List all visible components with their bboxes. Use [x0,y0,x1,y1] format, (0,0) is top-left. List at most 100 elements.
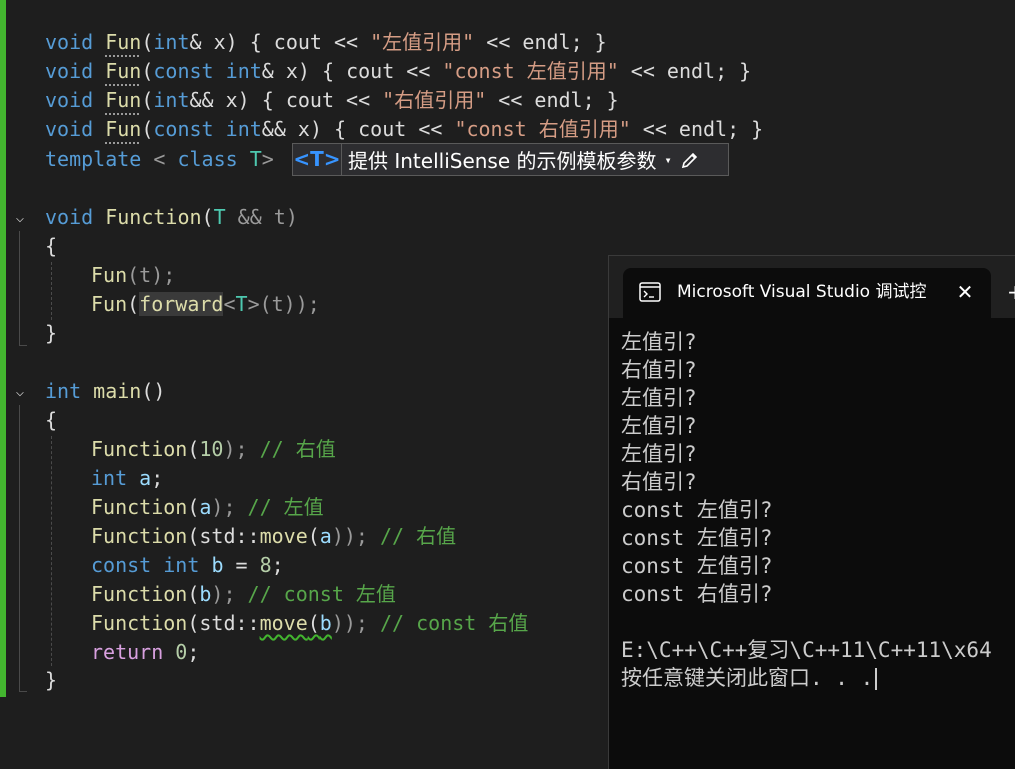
code-line[interactable]: { [45,406,57,435]
comment-token: // const 左值 [247,582,396,606]
fold-range-line [19,231,20,345]
pencil-icon[interactable] [680,150,700,170]
number-token: 0 [175,640,188,664]
keyword-token: int [91,466,128,490]
keyword-token: int [225,117,262,141]
console-output-line: const 左值引? [621,554,773,578]
code-line[interactable]: return 0; [91,638,199,667]
function-token: Function [91,495,188,519]
keyword-token: int [163,553,200,577]
plain-token: << endl; } [630,117,764,141]
debug-console-window[interactable]: Microsoft Visual Studio 调试控制台 ✕ + 左值引? 右… [608,255,1015,769]
code-line[interactable]: int a; [91,464,163,493]
punct-token: ); [211,582,248,606]
code-line[interactable]: void Function(T && t) [45,203,298,232]
number-token: 10 [199,437,224,461]
variable-token: b [211,553,224,577]
code-line[interactable]: void Fun(const int&& x) { cout << "const… [45,115,763,144]
terminal-icon [639,282,661,302]
plain-token: << endl; } [618,59,752,83]
function-token: move [259,524,308,548]
code-line[interactable]: Function(a); // 左值 [91,493,324,522]
keyword-token: void [45,59,94,83]
punct-token: ( [201,205,214,229]
code-line[interactable]: Function(std::move(a)); // 右值 [91,522,456,551]
new-tab-button[interactable]: + [1007,280,1015,304]
fold-chevron-icon[interactable]: ⌵ [12,384,28,400]
punct-token: ; [271,553,284,577]
punct-token: ; [151,466,164,490]
code-line[interactable]: Fun(forward<T>(t)); [91,290,320,319]
keyword-token: void [45,88,94,112]
console-output[interactable]: 左值引? 右值引? 左值引? 左值引? 左值引? 右值引? const 左值引?… [621,328,992,692]
keyword-token: const [153,117,214,141]
keyword-token: const [153,59,214,83]
intellisense-template-arg-bar[interactable]: <T> 提供 IntelliSense 的示例模板参数 ▾ [292,143,729,176]
function-token: Fun [91,292,128,316]
code-line[interactable]: const int b = 8; [91,551,284,580]
punct-token: ; [187,640,200,664]
punct-token: ); [223,437,260,461]
indent-guide [51,262,52,320]
dropdown-caret-icon[interactable]: ▾ [665,153,672,167]
console-output-line: 左值引? [621,386,697,410]
fold-chevron-icon[interactable]: ⌵ [12,210,28,226]
keyword-token: template [45,147,142,171]
type-param-token: T [213,205,226,229]
code-line[interactable]: template < class T> [45,145,274,174]
fold-range-end [19,691,27,692]
variable-token: a [319,524,332,548]
code-line[interactable]: Function(std::move(b)); // const 右值 [91,609,528,638]
brace-token: { [45,234,58,258]
console-tab[interactable]: Microsoft Visual Studio 调试控制台 ✕ [623,268,991,318]
console-output-line: 左值引? [621,414,697,438]
plain-token: << endl; } [486,88,619,112]
function-token: Function [91,582,188,606]
string-token: "左值引用" [370,30,475,54]
plain-token: && x) { cout << [189,88,383,112]
function-token: Function [91,524,188,548]
function-token: forward [139,292,224,316]
code-line[interactable]: Function(b); // const 左值 [91,580,396,609]
comment-token: // 右值 [259,437,336,461]
code-line[interactable]: void Fun(int& x) { cout << "左值引用" << end… [45,28,607,57]
code-line[interactable]: { [45,232,57,261]
code-line[interactable]: void Fun(int&& x) { cout << "右值引用" << en… [45,86,619,115]
code-line[interactable]: Fun(t); [91,261,175,290]
code-line[interactable]: } [45,319,57,348]
console-output-line: 左值引? [621,442,697,466]
function-token: Fun [105,30,142,54]
intellisense-tip-text: 提供 IntelliSense 的示例模板参数 [348,149,657,173]
plain-token: & x) { cout << [261,59,443,83]
code-line[interactable]: int main() [45,377,165,406]
fold-range-end [19,345,27,346]
function-token: Fun [105,59,142,83]
code-line[interactable]: } [45,666,57,695]
punct-token: () [141,379,166,403]
code-line[interactable]: void Fun(const int& x) { cout << "const … [45,57,751,86]
string-token: "右值引用" [382,88,487,112]
fold-range-line [19,405,20,691]
keyword-token: int [45,379,82,403]
console-titlebar[interactable]: Microsoft Visual Studio 调试控制台 ✕ + [609,256,1015,318]
comment-token: // 左值 [247,495,324,519]
punct-token: = [223,553,260,577]
string-token: "const 左值引用" [442,59,619,83]
close-icon[interactable]: ✕ [953,280,977,304]
punct-token: < [223,292,236,316]
code-line[interactable]: Function(10); // 右值 [91,435,336,464]
punct-token: ( [141,59,154,83]
function-token: Function [91,611,188,635]
type-param-token: T [249,147,262,171]
